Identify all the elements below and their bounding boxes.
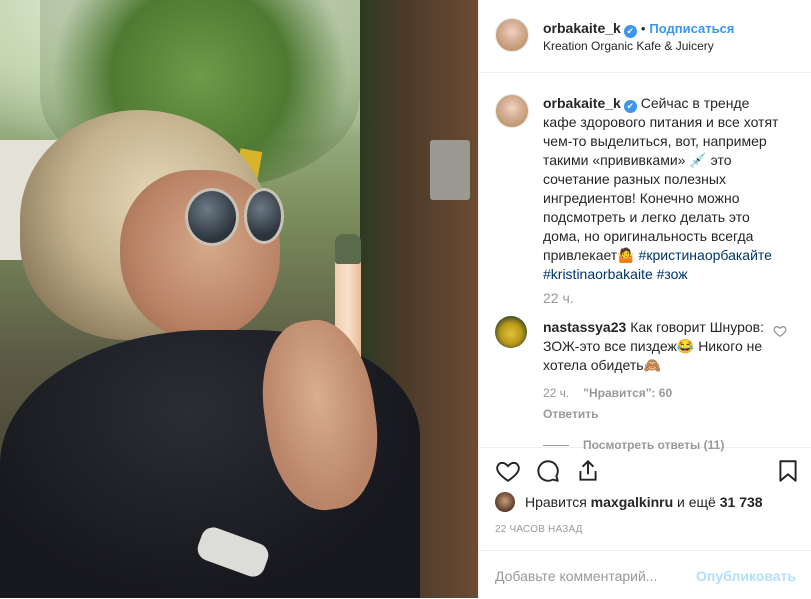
author-avatar[interactable] (495, 18, 529, 52)
post-timestamp[interactable]: 22 ЧАСОВ НАЗАД (495, 524, 583, 535)
comment-likes-count[interactable]: "Нравится": 60 (583, 386, 672, 400)
photo-sunglasses-left (185, 188, 239, 246)
comment-like-heart-icon[interactable] (773, 324, 787, 338)
post-side-panel: orbakaite_k ✔ • Подписаться Kreation Organi… (478, 0, 811, 598)
likes-text: Нравится maxgalkinru и ещё 31 738 (525, 494, 763, 510)
likes-summary: Нравится maxgalkinru и ещё 31 738 (495, 492, 805, 516)
publish-button[interactable]: Опубликовать (696, 568, 796, 584)
hashtag-link[interactable]: #кристинаорбакайте (639, 247, 772, 263)
verified-badge-icon: ✔ (623, 25, 637, 38)
liker-avatar[interactable] (495, 492, 515, 512)
comment-text: nastassya23 Как говорит Шнуров: ЗОЖ-это … (543, 318, 765, 375)
likes-prefix: Нравится (525, 494, 587, 510)
caption-verified-badge-icon: ✔ (623, 100, 637, 113)
hashtag-link[interactable]: #kristinaorbakaite (543, 266, 653, 282)
author-username[interactable]: orbakaite_k (543, 20, 621, 36)
caption-text: orbakaite_k ✔ Сейчас в тренде кафе здоров… (543, 94, 781, 284)
hashtag-link[interactable]: #зож (657, 266, 688, 282)
caption-body: Сейчас в тренде кафе здорового питания и… (543, 95, 779, 263)
follow-button[interactable]: Подписаться (649, 21, 734, 36)
action-bar (479, 448, 811, 496)
likes-connector: и ещё (677, 494, 716, 510)
share-icon[interactable] (575, 458, 601, 484)
add-comment-bar: Добавьте комментарий... Опубликовать (479, 550, 811, 599)
view-replies-dash (543, 445, 569, 447)
post-photo[interactable] (0, 0, 478, 598)
caption-avatar[interactable] (495, 94, 529, 128)
header-separator: • (640, 21, 646, 36)
caption-username[interactable]: orbakaite_k (543, 95, 621, 111)
comment-meta: 22 ч. "Нравится": 60 (543, 386, 672, 400)
comment-time[interactable]: 22 ч. (543, 386, 569, 400)
post-header: orbakaite_k ✔ • Подписаться Kreation Organi… (479, 0, 811, 73)
commenter-avatar[interactable] (495, 316, 527, 348)
location-link[interactable]: Kreation Organic Kafe & Juicery (543, 39, 714, 53)
comments-section: orbakaite_k ✔ Сейчас в тренде кафе здоров… (479, 72, 811, 452)
header-line: orbakaite_k ✔ • Подписаться (543, 20, 734, 38)
bookmark-icon[interactable] (775, 458, 801, 484)
comment-input[interactable]: Добавьте комментарий... (495, 568, 657, 584)
photo-sunglasses-right (244, 188, 284, 244)
comment-icon[interactable] (535, 458, 561, 484)
likes-count[interactable]: 31 738 (720, 494, 763, 510)
reply-button[interactable]: Ответить (543, 407, 598, 421)
photo-tube-cap (335, 234, 361, 264)
liker-username[interactable]: maxgalkinru (591, 494, 673, 510)
photo-post-box (430, 140, 470, 200)
caption-time[interactable]: 22 ч. (543, 290, 574, 306)
commenter-username[interactable]: nastassya23 (543, 319, 626, 335)
heart-icon[interactable] (495, 458, 521, 484)
